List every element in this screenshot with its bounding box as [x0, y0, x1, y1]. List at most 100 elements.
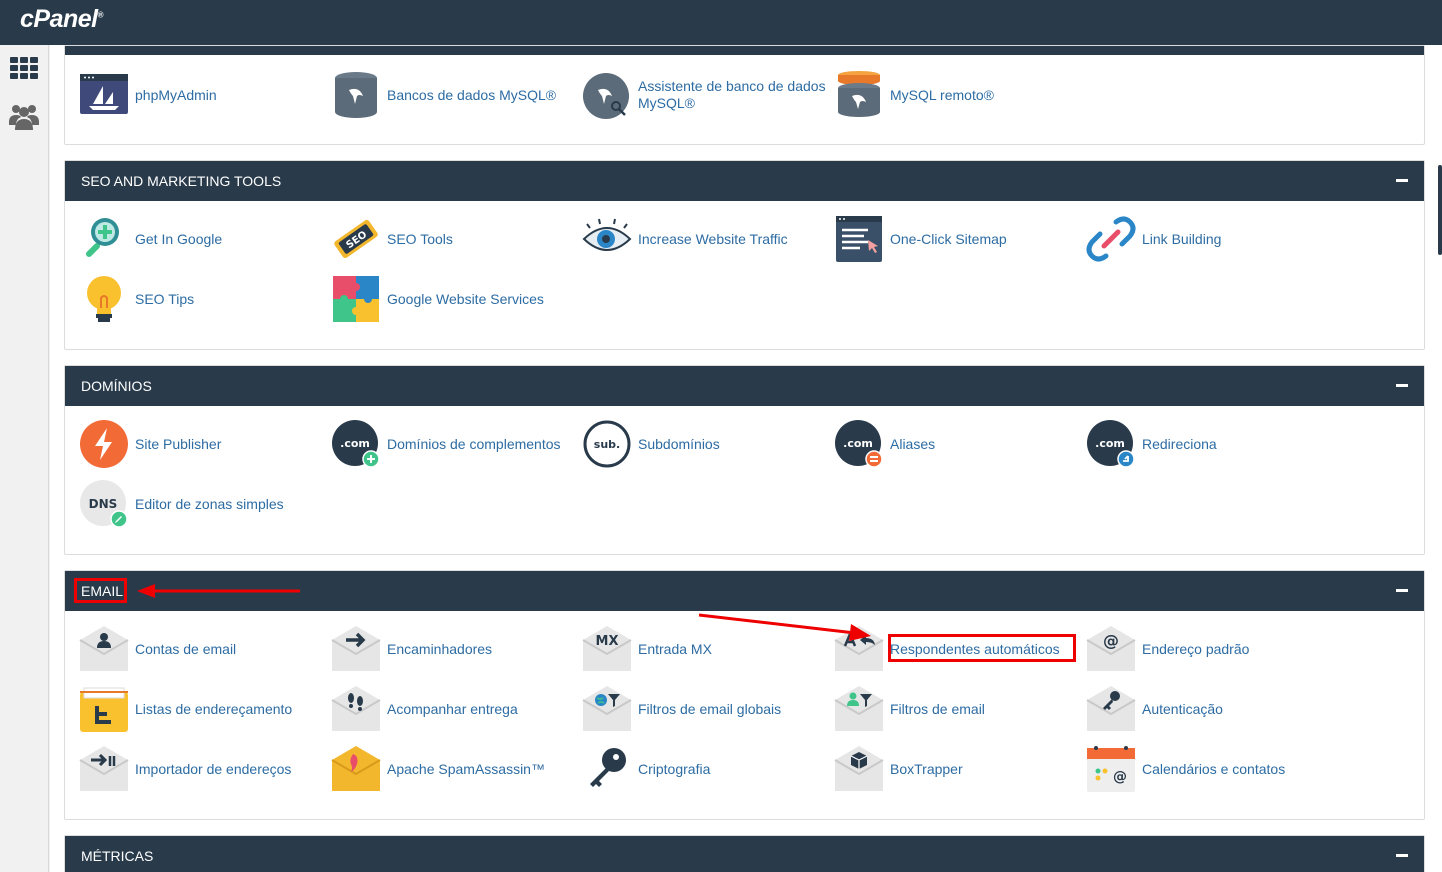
- svg-text:.com: .com: [1095, 437, 1125, 450]
- item-aliases[interactable]: .com Aliases: [834, 418, 1084, 470]
- panel-seo: SEO AND MARKETING TOOLS Get In Google SE…: [64, 160, 1425, 350]
- lightning-icon: [79, 419, 129, 469]
- item-boxtrapper[interactable]: BoxTrapper: [834, 743, 1084, 795]
- item-sitemap[interactable]: One-Click Sitemap: [834, 213, 1084, 265]
- panel-header[interactable]: DOMÍNIOS: [65, 366, 1424, 406]
- svg-text:@: @: [1113, 769, 1127, 785]
- item-mx-entry[interactable]: MX Entrada MX: [582, 623, 832, 675]
- item-label: Redireciona: [1142, 435, 1217, 452]
- item-get-in-google[interactable]: Get In Google: [79, 213, 329, 265]
- item-subdomains[interactable]: sub. Subdomínios: [582, 418, 832, 470]
- item-label: Calendários e contatos: [1142, 760, 1286, 777]
- panel-title: MÉTRICAS: [81, 848, 154, 864]
- item-label: SEO Tools: [387, 230, 453, 247]
- item-label: Bancos de dados MySQL®: [387, 86, 557, 103]
- item-global-filters[interactable]: Filtros de email globais: [582, 683, 832, 735]
- item-link-building[interactable]: Link Building: [1086, 213, 1336, 265]
- panel-domains: DOMÍNIOS Site Publisher .com Domínios de…: [64, 365, 1425, 555]
- item-forwarders[interactable]: Encaminhadores: [331, 623, 581, 675]
- svg-text:DNS: DNS: [89, 497, 118, 511]
- puzzle-icon: [331, 274, 381, 324]
- item-label: BoxTrapper: [890, 760, 963, 777]
- panel-metrics: MÉTRICAS: [64, 835, 1425, 872]
- redirects-icon: .com: [1086, 419, 1136, 469]
- subdomains-icon: sub.: [582, 419, 632, 469]
- item-default-address[interactable]: @ Endereço padrão: [1086, 623, 1336, 675]
- item-google-services[interactable]: Google Website Services: [331, 273, 581, 325]
- item-encryption[interactable]: Criptografia: [582, 743, 832, 795]
- item-redirects[interactable]: .com Redireciona: [1086, 418, 1336, 470]
- global-filters-icon: [582, 684, 632, 734]
- calendar-icon: @: [1086, 744, 1136, 794]
- item-label: Aliases: [890, 435, 936, 452]
- item-email-accounts[interactable]: Contas de email: [79, 623, 329, 675]
- lightbulb-icon: [79, 274, 129, 324]
- item-label: Acompanhar entrega: [387, 700, 518, 717]
- panel-databases: phpMyAdmin Bancos de dados MySQL® Assist…: [64, 45, 1425, 145]
- svg-text:sub.: sub.: [594, 438, 620, 451]
- item-spamassassin[interactable]: Apache SpamAssassin™: [331, 743, 581, 795]
- collapse-icon[interactable]: [1396, 854, 1408, 857]
- item-email-filters[interactable]: Filtros de email: [834, 683, 1084, 735]
- item-label: Entrada MX: [638, 640, 712, 657]
- forwarders-icon: [331, 624, 381, 674]
- authentication-icon: [1086, 684, 1136, 734]
- top-bar: cPanel®: [0, 0, 1442, 45]
- panel-header[interactable]: MÉTRICAS: [65, 836, 1424, 872]
- collapse-icon[interactable]: [1396, 384, 1408, 387]
- get-in-google-icon: [79, 214, 129, 264]
- svg-text:MX: MX: [596, 634, 619, 649]
- mx-entry-icon: MX: [582, 624, 632, 674]
- phpmyadmin-icon: [79, 70, 129, 120]
- panel-header[interactable]: SEO AND MARKETING TOOLS: [65, 161, 1424, 201]
- cpanel-logo[interactable]: cPanel®: [20, 5, 104, 34]
- email-filters-icon: [834, 684, 884, 734]
- item-track-delivery[interactable]: Acompanhar entrega: [331, 683, 581, 735]
- link-icon: [1086, 214, 1136, 264]
- sitemap-icon: [834, 214, 884, 264]
- item-label: Assistente de banco de dados MySQL®: [638, 78, 826, 111]
- collapse-icon[interactable]: [1396, 589, 1408, 592]
- item-label: MySQL remoto®: [890, 86, 994, 103]
- item-address-importer[interactable]: Importador de endereços: [79, 743, 329, 795]
- item-seo-tools[interactable]: SEO SEO Tools: [331, 213, 581, 265]
- item-authentication[interactable]: Autenticação: [1086, 683, 1336, 735]
- addon-domains-icon: .com: [331, 419, 381, 469]
- panel-title: EMAIL: [81, 583, 124, 599]
- scrollbar[interactable]: [1438, 165, 1442, 255]
- item-label: Listas de endereçamento: [135, 700, 293, 717]
- item-seo-tips[interactable]: SEO Tips: [79, 273, 329, 325]
- item-addon-domains[interactable]: .com Domínios de complementos: [331, 418, 581, 470]
- item-label: One-Click Sitemap: [890, 230, 1007, 247]
- svg-text:.com: .com: [843, 437, 873, 450]
- item-mysql-wizard[interactable]: Assistente de banco de dados MySQL®: [582, 69, 832, 121]
- item-site-publisher[interactable]: Site Publisher: [79, 418, 329, 470]
- item-label: Site Publisher: [135, 435, 222, 452]
- mailing-lists-icon: [79, 684, 129, 734]
- item-label: Autenticação: [1142, 700, 1223, 717]
- item-autoresponders[interactable]: Respondentes automáticos: [834, 623, 1084, 675]
- item-mysql-databases[interactable]: Bancos de dados MySQL®: [331, 69, 581, 121]
- collapse-icon[interactable]: [1396, 179, 1408, 182]
- dns-icon: DNS: [79, 479, 129, 529]
- item-calendars[interactable]: @ Calendários e contatos: [1086, 743, 1336, 795]
- panel-header[interactable]: EMAIL: [65, 571, 1424, 611]
- item-label: Get In Google: [135, 230, 223, 247]
- item-increase-traffic[interactable]: Increase Website Traffic: [582, 213, 832, 265]
- item-phpmyadmin[interactable]: phpMyAdmin: [79, 69, 329, 121]
- autoresponders-icon: [834, 624, 884, 674]
- item-remote-mysql[interactable]: MySQL remoto®: [834, 69, 1084, 121]
- item-label: Criptografia: [638, 760, 711, 777]
- grid-icon[interactable]: [8, 55, 40, 87]
- track-delivery-icon: [331, 684, 381, 734]
- item-label: Link Building: [1142, 230, 1222, 247]
- item-mailing-lists[interactable]: Listas de endereçamento: [79, 683, 329, 735]
- panel-title: DOMÍNIOS: [81, 378, 152, 394]
- item-label: Domínios de complementos: [387, 435, 561, 452]
- item-label: Endereço padrão: [1142, 640, 1250, 657]
- key-icon: [582, 744, 632, 794]
- users-icon[interactable]: [8, 100, 40, 132]
- item-label: Contas de email: [135, 640, 237, 657]
- main-content: phpMyAdmin Bancos de dados MySQL® Assist…: [50, 45, 1442, 872]
- item-zone-editor[interactable]: DNS Editor de zonas simples: [79, 478, 329, 530]
